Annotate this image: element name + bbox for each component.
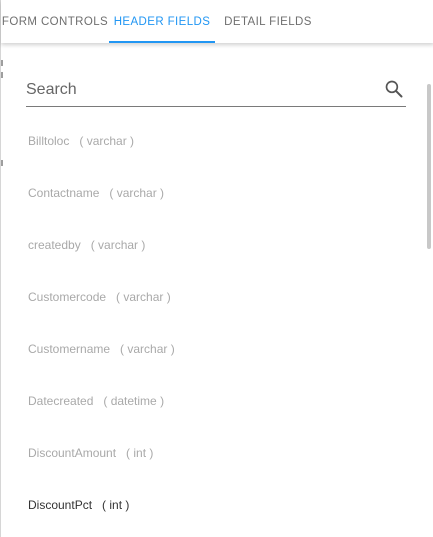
edge-mark xyxy=(1,72,3,78)
search-input[interactable] xyxy=(26,78,366,102)
field-type: ( int ) xyxy=(102,498,130,512)
field-name: DiscountAmount xyxy=(28,446,117,460)
header-fields-content: Billtoloc ( varchar ) Contactname ( varcha… xyxy=(1,43,433,537)
field-item-contactname[interactable]: Contactname ( varchar ) xyxy=(28,186,164,200)
field-type: ( varchar ) xyxy=(79,134,135,148)
tab-form-controls[interactable]: FORM CONTROLS xyxy=(1,0,109,43)
search-icon[interactable] xyxy=(384,79,404,99)
field-name: Datecreated xyxy=(28,394,94,408)
field-type: ( varchar ) xyxy=(120,342,175,356)
field-item-createdby[interactable]: createdby ( varchar ) xyxy=(28,238,145,252)
tab-bar: FORM CONTROLS HEADER FIELDS DETAIL FIELD… xyxy=(1,0,433,43)
edge-mark xyxy=(1,60,3,66)
tab-header-fields[interactable]: HEADER FIELDS xyxy=(109,0,215,43)
field-name: Customername xyxy=(28,342,111,356)
field-type: ( varchar ) xyxy=(90,238,146,252)
edge-mark xyxy=(1,160,3,166)
field-type: ( int ) xyxy=(126,446,154,460)
field-item-discountamount[interactable]: DiscountAmount ( int ) xyxy=(28,446,153,460)
field-name: Customercode xyxy=(28,290,107,304)
field-name: Contactname xyxy=(28,186,100,200)
field-item-datecreated[interactable]: Datecreated ( datetime ) xyxy=(28,394,164,408)
field-type: ( varchar ) xyxy=(116,290,171,304)
field-item-billtoloc[interactable]: Billtoloc ( varchar ) xyxy=(28,134,134,148)
field-item-discountpct[interactable]: DiscountPct ( int ) xyxy=(28,498,129,512)
search-field xyxy=(26,70,406,107)
field-name: DiscountPct xyxy=(28,498,93,512)
active-tab-indicator xyxy=(109,41,215,43)
tab-detail-fields[interactable]: DETAIL FIELDS xyxy=(215,0,321,43)
field-name: createdby xyxy=(28,238,81,252)
field-item-customercode[interactable]: Customercode ( varchar ) xyxy=(28,290,171,304)
field-name: Billtoloc xyxy=(28,134,70,148)
field-item-customername[interactable]: Customername ( varchar ) xyxy=(28,342,175,356)
field-picker-panel: FORM CONTROLS HEADER FIELDS DETAIL FIELD… xyxy=(0,0,433,537)
field-type: ( varchar ) xyxy=(109,186,165,200)
field-type: ( datetime ) xyxy=(103,394,165,408)
scrollbar-thumb[interactable] xyxy=(427,84,431,249)
